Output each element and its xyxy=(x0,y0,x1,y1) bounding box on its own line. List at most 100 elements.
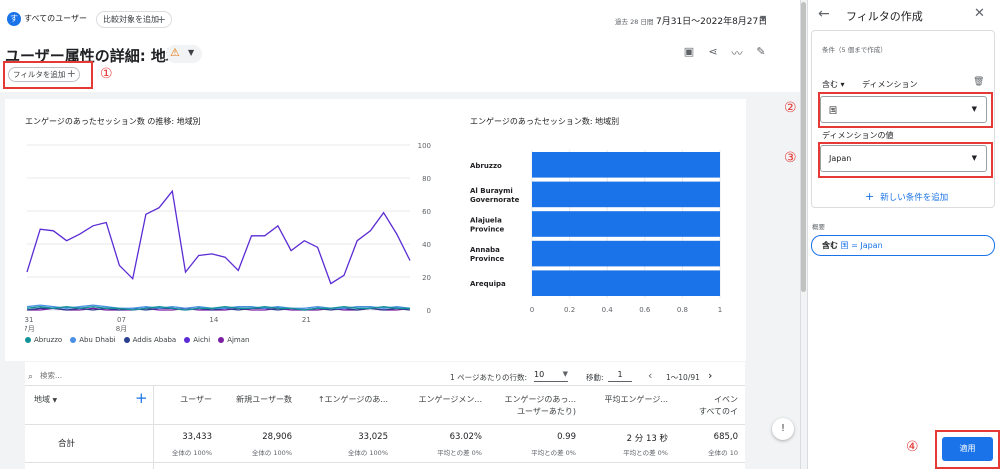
category-label: Al Buraymi xyxy=(470,187,513,195)
add-condition-button[interactable]: + 新しい条件を追加 xyxy=(865,190,948,203)
series-line xyxy=(26,189,411,285)
category-label: Province xyxy=(470,226,504,234)
x-tick-label: 0.8 xyxy=(677,306,688,314)
x-tick-label: 8月 xyxy=(116,325,127,333)
category-label: Alajuela xyxy=(470,217,502,225)
legend-dot xyxy=(25,337,31,343)
legend-item[interactable]: Addis Ababa xyxy=(123,336,176,344)
legend-item[interactable]: Abu Dhabi xyxy=(70,336,116,344)
x-tick-label: 14 xyxy=(209,316,218,324)
column-header-line2: ユーザーあたり) xyxy=(517,407,576,416)
column-header[interactable]: 新規ユーザー数 xyxy=(236,394,292,405)
table-divider xyxy=(25,385,745,386)
arrow-back-icon[interactable]: ← xyxy=(818,6,830,22)
panel-title: フィルタの作成 xyxy=(846,10,923,23)
column-header[interactable]: ↑エンゲージのあ... xyxy=(318,394,388,405)
bar xyxy=(532,181,720,208)
date-prefix: 過去 28 日間 xyxy=(615,18,654,26)
report-toolbar: ▣ ⋖ 〰 ✎ xyxy=(682,45,772,61)
chevron-down-icon[interactable]: ▼ xyxy=(760,14,766,23)
date-range-picker[interactable]: 7月31日～2022年8月27日 xyxy=(656,14,767,27)
total-value: 28,906 xyxy=(262,432,292,442)
close-icon[interactable]: ✕ xyxy=(974,6,985,21)
bar xyxy=(532,240,720,267)
rows-per-page-select[interactable]: 10 ▼ xyxy=(534,370,568,382)
annotation-number-3: ③ xyxy=(784,150,797,166)
search-icon: ⌕ xyxy=(28,372,34,382)
column-header[interactable]: ユーザー xyxy=(180,394,212,405)
chevron-down-icon: ▼ xyxy=(562,370,568,378)
annotation-box-1 xyxy=(3,61,93,89)
warning-icon: ⚠ xyxy=(170,46,180,59)
goto-page-input[interactable]: 1 xyxy=(608,370,632,382)
category-label: Abruzzo xyxy=(470,162,502,170)
y-tick-label: 80 xyxy=(422,175,431,183)
x-tick-label: 0 xyxy=(530,306,534,314)
add-comparison-button[interactable]: 比較対象を追加 + xyxy=(96,11,172,28)
bar-chart-title: エンゲージのあったセッション数: 地域別 xyxy=(470,117,620,126)
legend-label: Abruzzo xyxy=(34,336,63,344)
total-value: 63.02% xyxy=(449,432,482,442)
category-label: Province xyxy=(470,255,504,263)
column-header[interactable]: エンゲージのあっ... xyxy=(505,394,576,405)
line-chart[interactable]: 0 20 40 60 80 100 317月 078月 14 21 xyxy=(25,140,435,335)
chevron-down-icon: ▼ xyxy=(188,48,195,57)
table-search-input[interactable] xyxy=(40,371,120,380)
warning-chip[interactable]: ⚠ ▼ xyxy=(166,45,202,63)
x-tick-label: 31 xyxy=(25,316,33,324)
dimension-value-label: ディメンションの値 xyxy=(822,131,894,140)
column-header[interactable]: イベン xyxy=(714,394,738,405)
add-comparison-label: 比較対象を追加 xyxy=(103,15,159,24)
customize-report-icon[interactable]: ▣ xyxy=(682,45,696,59)
legend-label: Abu Dhabi xyxy=(79,336,116,344)
x-tick-label: 1 xyxy=(718,306,722,314)
total-subtext: 平均との差 0% xyxy=(623,449,668,457)
column-header[interactable]: 平均エンゲージ... xyxy=(605,394,668,405)
scrollbar-thumb[interactable] xyxy=(801,2,806,292)
rows-per-page-label: 1 ページあたりの行数: xyxy=(450,373,528,382)
feedback-icon[interactable]: ! xyxy=(772,418,794,440)
total-subtext: 平均との差 0% xyxy=(437,449,482,457)
legend-dot xyxy=(184,337,191,343)
legend-item[interactable]: Ajman xyxy=(218,336,249,344)
delete-icon[interactable]: 🗑 xyxy=(973,77,984,87)
legend-label: Ajman xyxy=(227,336,250,344)
total-subtext: 全体の 100% xyxy=(347,449,388,457)
chevron-left-icon[interactable]: ‹ xyxy=(648,369,652,382)
bar-chart[interactable]: 0 0.2 0.4 0.6 0.8 1 Abruzzo Al BuraymiGovernora… xyxy=(468,140,730,320)
include-dropdown[interactable]: 含む ▾ xyxy=(822,79,845,90)
segment-label[interactable]: すべてのユーザー xyxy=(24,13,87,24)
column-header[interactable]: エンゲージメン... xyxy=(419,394,482,405)
dimension-header-label: 地域 xyxy=(34,395,50,404)
column-separator xyxy=(153,386,154,469)
dimension-label: ディメンション xyxy=(862,80,918,89)
y-tick-label: 40 xyxy=(422,241,431,249)
dimension-header[interactable]: 地域 ▼ xyxy=(34,394,57,405)
y-tick-label: 60 xyxy=(422,208,431,216)
chevron-right-icon[interactable]: › xyxy=(708,369,712,382)
chart-legend: Abruzzo Abu Dhabi Addis Ababa Aichi Ajman xyxy=(25,336,257,348)
share-icon[interactable]: ⋖ xyxy=(706,45,720,59)
add-condition-label: 新しい条件を追加 xyxy=(880,193,949,203)
summary-chip: 含む 国 = Japan xyxy=(811,235,995,256)
legend-item[interactable]: Aichi xyxy=(184,336,210,344)
annotation-box-3 xyxy=(818,142,993,178)
total-value: 685,0 xyxy=(713,432,738,442)
x-tick-label: 0.2 xyxy=(564,306,575,314)
summary-key: 含む xyxy=(822,241,838,250)
add-dimension-plus-icon[interactable]: + xyxy=(135,389,148,407)
legend-item[interactable]: Abruzzo xyxy=(25,336,62,344)
annotation-box-2 xyxy=(818,92,993,128)
bar xyxy=(532,152,720,178)
annotation-number-4: ④ xyxy=(906,439,919,455)
plus-icon: + xyxy=(865,190,875,203)
total-value: 33,025 xyxy=(358,432,388,442)
condition-caption: 条件（5 個まで作成） xyxy=(822,46,887,54)
x-tick-label: 0.6 xyxy=(639,306,651,314)
segment-badge[interactable]: す xyxy=(7,12,21,26)
edit-icon[interactable]: ✎ xyxy=(754,45,768,59)
dropdown-arrow-icon: ▼ xyxy=(52,397,58,404)
total-row-label: 合計 xyxy=(58,439,76,449)
insights-icon[interactable]: 〰 xyxy=(730,45,744,60)
x-tick-label: 21 xyxy=(302,316,311,324)
